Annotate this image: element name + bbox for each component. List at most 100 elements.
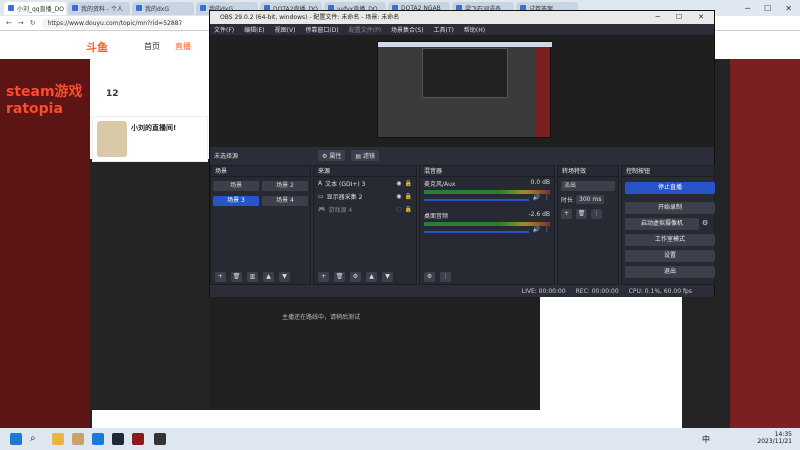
close-icon[interactable]: ✕ [698, 11, 704, 24]
maximize-icon[interactable]: ☐ [676, 11, 682, 24]
nav-home[interactable]: 首页 [144, 41, 160, 52]
mixer-dock: 混音器 麦克风/Aux 0.0 dB 🔊 ⋮ 桌面音频 -2.6 dB 🔊 ⋮ ⚙ ⋮ [419, 165, 555, 285]
app-icon[interactable] [132, 433, 144, 445]
nav-live[interactable]: 直播 [175, 41, 191, 52]
ime-indicator[interactable]: 中 [702, 434, 710, 445]
more-icon[interactable]: ⋮ [544, 194, 550, 201]
move-up-icon[interactable]: ▲ [263, 272, 274, 282]
close-icon[interactable]: ✕ [785, 4, 792, 13]
windows-start-icon[interactable] [10, 433, 22, 445]
transition-menu-icon[interactable]: ⋮ [591, 209, 602, 219]
source-item-hidden[interactable]: 🎮 游戏源 4 ◌ 🔒 [314, 203, 416, 216]
scene-item[interactable]: 场景 [213, 181, 259, 191]
left-ad-banner[interactable]: steam游戏 ratopia [0, 59, 90, 428]
menu-profile[interactable]: 配置文件(P) [349, 25, 381, 34]
app-icon[interactable] [72, 433, 84, 445]
remove-scene-icon[interactable]: 🗑 [231, 272, 242, 282]
scene-filters-icon[interactable]: ▥ [247, 272, 258, 282]
lock-icon[interactable]: 🔒 [405, 206, 412, 213]
file-explorer-icon[interactable] [52, 433, 64, 445]
mixer-menu-icon[interactable]: ⋮ [440, 272, 451, 282]
tab-label: 我的资料 - 个人 [81, 5, 123, 13]
controls-dock: 控制按钮 停止直播 开始录制 启动虚拟摄像机 ⚙ 工作室模式 设置 退出 [621, 165, 715, 285]
site-logo[interactable]: 斗鱼 [86, 39, 108, 55]
mixer-channel: 麦克风/Aux 0.0 dB 🔊 ⋮ [420, 177, 554, 203]
start-virtual-camera-button[interactable]: 启动虚拟摄像机 [625, 218, 699, 230]
video-player[interactable]: 主播还在路线中，请稍后测试 [210, 296, 540, 408]
minimize-icon[interactable]: ─ [745, 4, 750, 13]
tab-favicon-icon [136, 5, 142, 11]
browser-tab[interactable]: 我的资料 - 个人 [68, 1, 130, 15]
remove-transition-icon[interactable]: 🗑 [576, 209, 587, 219]
remove-source-icon[interactable]: 🗑 [334, 272, 345, 282]
move-down-icon[interactable]: ▼ [279, 272, 290, 282]
more-icon[interactable]: ⋮ [544, 226, 550, 233]
move-down-icon[interactable]: ▼ [382, 272, 393, 282]
menu-scene-collection[interactable]: 场景集合(S) [391, 25, 424, 34]
move-up-icon[interactable]: ▲ [366, 272, 377, 282]
stat-number: 12 [106, 89, 119, 99]
settings-button[interactable]: 设置 [625, 250, 715, 262]
eye-hidden-icon[interactable]: ◌ [396, 206, 401, 213]
speaker-icon[interactable]: 🔊 [533, 194, 540, 201]
browser-tab[interactable]: 我的dxG [132, 1, 194, 15]
banner-line1: steam游戏 [6, 84, 83, 100]
system-clock[interactable]: 14:35 2023/11/21 [757, 431, 792, 445]
scene-item-selected[interactable]: 场景 3 [213, 196, 259, 206]
transition-select[interactable]: 淡出 [561, 181, 615, 191]
menu-view[interactable]: 视图(V) [275, 25, 296, 34]
lock-icon[interactable]: 🔒 [405, 180, 412, 187]
mixer-dock-title: 混音器 [420, 166, 554, 177]
obs-icon[interactable] [154, 433, 166, 445]
advanced-audio-icon[interactable]: ⚙ [424, 272, 435, 282]
browser-tab[interactable]: 小刘_qq直播_DO [4, 1, 66, 15]
speaker-icon[interactable]: 🔊 [533, 226, 540, 233]
reload-icon[interactable]: ↻ [30, 19, 36, 27]
steam-icon[interactable] [112, 433, 124, 445]
studio-mode-button[interactable]: 工作室模式 [625, 234, 715, 246]
source-item[interactable]: ▭ 显示器采集 2 ◉ 🔒 [314, 190, 416, 203]
source-item[interactable]: A 文本 (GDI+) 3 ◉ 🔒 [314, 177, 416, 190]
url-input[interactable]: https://www.douyu.com/topic/mn?rid=52887… [41, 17, 182, 29]
menu-edit[interactable]: 编辑(E) [244, 25, 264, 34]
back-icon[interactable]: ← [6, 19, 12, 27]
maximize-icon[interactable]: ☐ [764, 4, 771, 13]
stop-streaming-button[interactable]: 停止直播 [625, 182, 715, 194]
exit-button[interactable]: 退出 [625, 266, 715, 278]
filters-button[interactable]: ▤ 滤镜 [351, 149, 379, 161]
menu-file[interactable]: 文件(F) [214, 25, 234, 34]
duration-input[interactable]: 300 ms [576, 195, 605, 204]
chat-panel[interactable] [540, 296, 682, 428]
scene-item[interactable]: 场景 2 [262, 181, 308, 191]
streamer-card[interactable]: 小刘的直播间! [92, 116, 208, 162]
eye-icon[interactable]: ◉ [396, 193, 401, 200]
add-transition-icon[interactable]: + [561, 209, 572, 219]
menu-tools[interactable]: 工具(T) [434, 25, 454, 34]
edge-icon[interactable] [92, 433, 104, 445]
search-icon[interactable]: ⌕ [30, 433, 42, 445]
obs-preview-canvas[interactable] [210, 35, 714, 147]
streamer-avatar[interactable] [97, 121, 127, 157]
gift-bar[interactable] [92, 410, 682, 428]
volume-slider[interactable] [424, 198, 529, 201]
volume-slider[interactable] [424, 230, 529, 233]
start-recording-button[interactable]: 开始录制 [625, 202, 715, 214]
add-source-icon[interactable]: + [318, 272, 329, 282]
source-settings-icon[interactable]: ⚙ [350, 272, 361, 282]
properties-button[interactable]: ⚙ 属性 [318, 149, 346, 161]
menu-help[interactable]: 帮助(H) [464, 25, 485, 34]
add-scene-icon[interactable]: + [215, 272, 226, 282]
scene-item[interactable]: 场景 4 [262, 196, 308, 206]
virtual-camera-gear-icon[interactable]: ⚙ [702, 219, 708, 227]
duration-label: 时长 [561, 197, 574, 204]
level-meter [424, 222, 550, 226]
controls-dock-title: 控制按钮 [622, 166, 714, 177]
forward-icon[interactable]: → [18, 19, 24, 27]
tab-favicon-icon [72, 5, 78, 11]
eye-icon[interactable]: ◉ [396, 180, 401, 187]
minimize-icon[interactable]: ─ [656, 11, 660, 24]
lock-icon[interactable]: 🔒 [405, 193, 412, 200]
live-status: LIVE: 00:00:00 [521, 288, 566, 295]
menu-docks[interactable]: 停靠窗口(D) [305, 25, 338, 34]
right-ad-banner[interactable] [730, 59, 800, 428]
